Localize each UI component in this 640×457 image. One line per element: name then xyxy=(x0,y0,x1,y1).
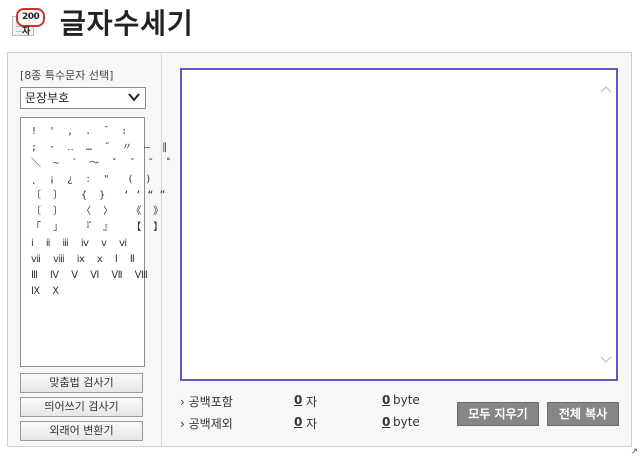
text-input-area[interactable] xyxy=(180,68,618,381)
special-char-row[interactable]: Ⅲ Ⅳ Ⅴ Ⅵ Ⅶ Ⅷ xyxy=(31,270,148,282)
stat-label: › 공백포함 xyxy=(180,395,233,409)
loanword-convert-button[interactable]: 외래어 변환기 xyxy=(20,421,143,441)
special-char-row[interactable]: Ⅸ Ⅹ xyxy=(31,286,59,298)
special-char-row[interactable]: 〔 〕 { } ‘ ’ “ ” xyxy=(31,190,165,202)
spell-check-button[interactable]: 맞춤법 검사기 xyxy=(20,373,143,393)
clear-all-button[interactable]: 모두 지우기 xyxy=(457,402,539,426)
spacing-check-button[interactable]: 띄어쓰기 검사기 xyxy=(20,397,143,417)
special-char-row[interactable]: ; · ‥ … ˝ 〃 ― ∥ xyxy=(31,142,167,154)
resize-corner-icon: ↗ xyxy=(630,447,638,457)
char-category-value: 문장부호 xyxy=(25,91,70,105)
char-unit: 자 xyxy=(306,417,318,431)
scroll-down-icon[interactable] xyxy=(600,355,612,365)
copy-all-button[interactable]: 전체 복사 xyxy=(547,402,619,426)
char-count: 0 xyxy=(294,415,303,429)
byte-unit: byte xyxy=(393,415,420,429)
special-char-row[interactable]: ! ' , . ¯ : xyxy=(31,126,127,138)
count-stats: › 공백포함 0 자 0 byte › 공백제외 0 자 0 byte xyxy=(180,391,430,435)
special-char-row[interactable]: ⅰ ⅱ ⅲ ⅳ ⅴ ⅵ xyxy=(31,238,127,250)
special-char-list[interactable]: ! ' , . ¯ :; · ‥ … ˝ 〃 ― ∥ ＼ ∼ ´ ～ ˇ ˘ ˝ … xyxy=(20,117,208,367)
app-title: 글자수세기 xyxy=(60,7,194,40)
special-char-row[interactable]: 「 」 『 』 【 】 xyxy=(31,222,163,234)
logo-badge: 200자 xyxy=(16,8,46,37)
special-char-row[interactable]: 〔 〕 〈 〉 《 》 xyxy=(31,206,163,218)
char-category-select[interactable]: 문장부호 xyxy=(20,87,146,109)
main-panel: [8종 특수문자 선택] 문장부호 ! ' , . ¯ : ; · ‥ … ˝ 〃… xyxy=(7,52,632,447)
byte-count: 0 xyxy=(382,393,391,407)
scroll-up-icon[interactable] xyxy=(600,84,612,94)
stat-with-space: › 공백포함 0 자 0 byte xyxy=(180,391,430,413)
stat-label: › 공백제외 xyxy=(180,417,233,431)
byte-unit: byte xyxy=(393,393,420,407)
counter-logo-icon: 200자 xyxy=(10,6,46,37)
char-unit: 자 xyxy=(306,395,318,409)
chevron-down-icon xyxy=(128,93,140,102)
special-char-row[interactable]: ⅶ ⅷ ⅸ ⅹ Ⅰ Ⅱ xyxy=(31,254,135,266)
special-char-row[interactable]: ˛ ¡ ¿ ː " ( ) xyxy=(31,174,151,186)
stat-without-space: › 공백제외 0 자 0 byte xyxy=(180,413,430,435)
sidebar: [8종 특수문자 선택] 문장부호 ! ' , . ¯ : ; · ‥ … ˝ 〃… xyxy=(8,53,208,446)
char-count: 0 xyxy=(294,393,303,407)
special-char-caption: [8종 특수문자 선택] xyxy=(20,69,114,82)
byte-count: 0 xyxy=(382,415,391,429)
header: 200자 글자수세기 xyxy=(0,0,640,48)
